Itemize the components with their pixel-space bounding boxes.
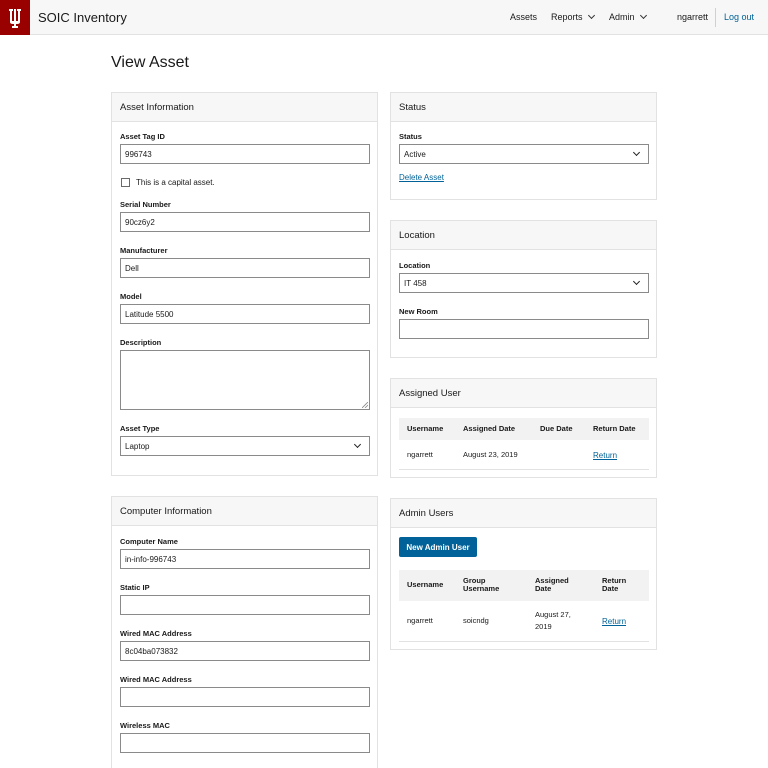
new-admin-user-button[interactable]: New Admin User	[399, 537, 477, 557]
user-name: ngarrett	[677, 12, 709, 22]
nav-admin[interactable]: Admin	[609, 11, 647, 22]
status-label: Status	[399, 132, 422, 141]
chevron-down-icon	[639, 11, 647, 20]
table-cell-username: ngarrett	[407, 450, 433, 459]
static-ip-input[interactable]	[120, 595, 370, 615]
panel-heading: Computer Information	[112, 497, 377, 526]
chevron-down-icon	[632, 148, 641, 157]
model-label: Model	[120, 292, 142, 301]
column-header: Due Date	[540, 424, 573, 433]
page-title: View Asset	[111, 54, 189, 71]
manufacturer-input[interactable]: Dell	[120, 258, 370, 278]
wireless-mac-label: Wireless MAC	[120, 721, 170, 730]
trident-icon	[9, 8, 21, 28]
table-header: Username Assigned Date Due Date Return D…	[399, 418, 649, 440]
column-header-line2: Username	[463, 584, 500, 593]
top-navbar: SOIC Inventory Assets Reports Admin ngar…	[0, 0, 768, 35]
nav-admin-label: Admin	[609, 12, 635, 22]
serial-number-label: Serial Number	[120, 200, 171, 209]
column-header: Username	[407, 580, 444, 589]
chevron-down-icon	[632, 277, 641, 286]
wired-mac-2-label: Wired MAC Address	[120, 675, 192, 684]
location-select[interactable]: IT 458	[399, 273, 649, 293]
chevron-down-icon	[353, 440, 362, 449]
nav-reports[interactable]: Reports	[551, 11, 595, 22]
computer-name-input[interactable]: in-info-996743	[120, 549, 370, 569]
chevron-down-icon	[587, 11, 595, 20]
wired-mac-input[interactable]: 8c04ba073832	[120, 641, 370, 661]
model-input[interactable]: Latitude 5500	[120, 304, 370, 324]
return-link[interactable]: Return	[602, 617, 626, 626]
asset-type-select[interactable]: Laptop	[120, 436, 370, 456]
wireless-mac-input[interactable]	[120, 733, 370, 753]
table-cell-assigned-date-line2: 2019	[535, 622, 552, 631]
status-value: Active	[404, 150, 426, 159]
location-label: Location	[399, 261, 431, 270]
iu-logo[interactable]	[0, 0, 30, 35]
panel-heading: Location	[391, 221, 656, 250]
table-cell-assigned-date-line1: August 27,	[535, 610, 571, 619]
location-panel: Location Location IT 458 New Room	[390, 220, 657, 358]
table-cell-group: soicndg	[463, 616, 489, 625]
description-label: Description	[120, 338, 162, 347]
column-header-line2: Date	[602, 584, 619, 593]
capital-asset-checkbox[interactable]	[121, 178, 130, 187]
resize-grip-icon[interactable]	[362, 402, 368, 408]
static-ip-label: Static IP	[120, 583, 150, 592]
column-header: Return Date	[593, 424, 636, 433]
panel-heading: Asset Information	[112, 93, 377, 122]
app-title[interactable]: SOIC Inventory	[38, 10, 127, 25]
description-textarea[interactable]	[120, 350, 370, 410]
column-header: Username	[407, 424, 444, 433]
nav-divider	[715, 8, 716, 27]
assigned-user-panel: Assigned User Username Assigned Date Due…	[390, 378, 657, 478]
table-header: Username Group Username Assigned Date Re…	[399, 570, 649, 601]
asset-type-label: Asset Type	[120, 424, 160, 433]
panel-heading: Assigned User	[391, 379, 656, 408]
asset-tag-input[interactable]: 996743	[120, 144, 370, 164]
panel-heading: Status	[391, 93, 656, 122]
asset-type-value: Laptop	[125, 442, 150, 451]
panel-heading: Admin Users	[391, 499, 656, 528]
return-link[interactable]: Return	[593, 451, 617, 460]
table-cell-username: ngarrett	[407, 616, 433, 625]
new-room-input[interactable]	[399, 319, 649, 339]
computer-name-label: Computer Name	[120, 537, 178, 546]
asset-information-panel: Asset Information Asset Tag ID 996743 Th…	[111, 92, 378, 476]
nav-reports-label: Reports	[551, 12, 583, 22]
new-room-label: New Room	[399, 307, 438, 316]
column-header: Assigned Date	[463, 424, 516, 433]
status-panel: Status Status Active Delete Asset	[390, 92, 657, 200]
location-value: IT 458	[404, 279, 427, 288]
logout-link[interactable]: Log out	[724, 12, 754, 22]
delete-asset-link[interactable]: Delete Asset	[399, 173, 444, 182]
nav-assets[interactable]: Assets	[510, 12, 537, 22]
computer-information-panel: Computer Information Computer Name in-in…	[111, 496, 378, 768]
status-select[interactable]: Active	[399, 144, 649, 164]
asset-tag-label: Asset Tag ID	[120, 132, 165, 141]
row-divider	[399, 469, 649, 470]
serial-number-input[interactable]: 90cz6y2	[120, 212, 370, 232]
wired-mac-2-input[interactable]	[120, 687, 370, 707]
wired-mac-label: Wired MAC Address	[120, 629, 192, 638]
row-divider	[399, 641, 649, 642]
capital-asset-label[interactable]: This is a capital asset.	[136, 178, 215, 187]
admin-users-panel: Admin Users New Admin User Username Grou…	[390, 498, 657, 650]
manufacturer-label: Manufacturer	[120, 246, 168, 255]
column-header-line2: Date	[535, 584, 552, 593]
table-cell-assigned-date: August 23, 2019	[463, 450, 518, 459]
